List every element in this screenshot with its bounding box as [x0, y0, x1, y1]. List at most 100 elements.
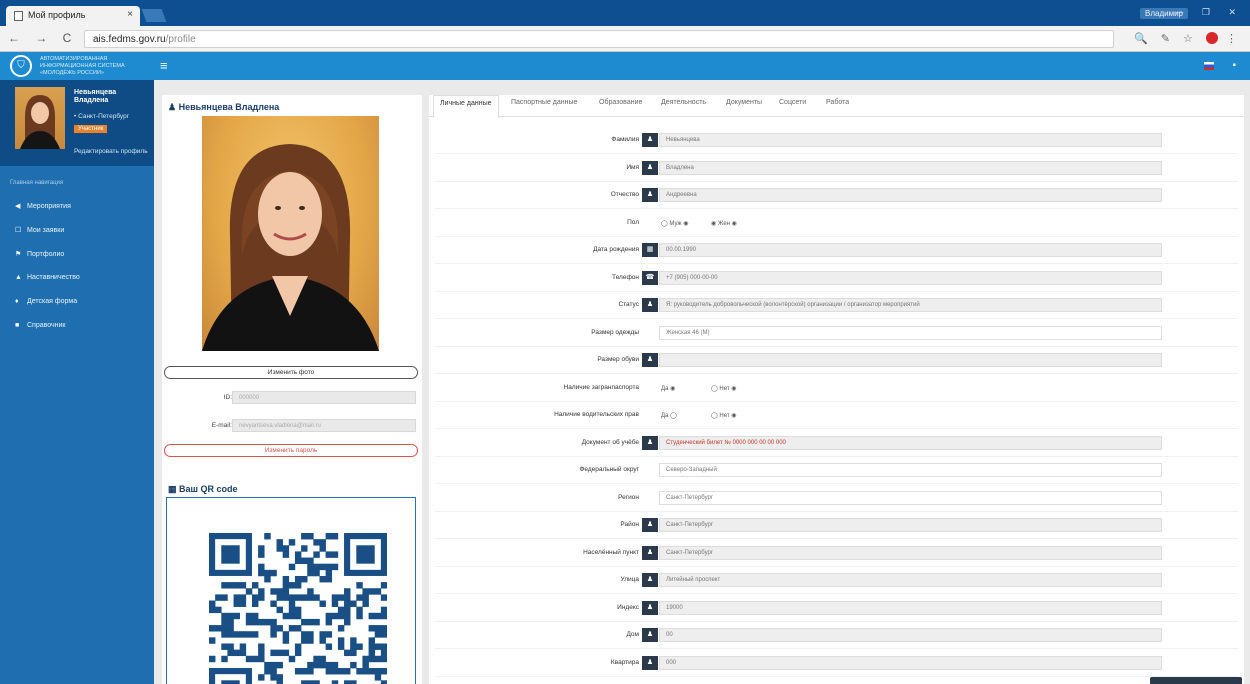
row-divider — [435, 401, 1238, 402]
field-input[interactable] — [659, 353, 1162, 367]
row-divider — [435, 318, 1238, 319]
field-label: Пол — [627, 219, 639, 226]
field-input[interactable]: Женская 46 (М) — [659, 326, 1162, 340]
edit-profile-link[interactable]: Редактировать профиль — [74, 148, 148, 155]
tab-documents[interactable]: Документы — [726, 99, 762, 106]
tab-title: Мой профиль — [28, 10, 86, 20]
row-divider — [435, 291, 1238, 292]
sidebar-item-applications[interactable]: ☐ Мои заявки — [0, 220, 154, 240]
field-input[interactable]: 00.00.1990 — [659, 243, 1162, 257]
field-label: Индекс — [617, 604, 639, 611]
menu-icon[interactable]: ⋮ — [1226, 33, 1242, 45]
tab-passport[interactable]: Паспортные данные — [511, 99, 577, 106]
new-tab-button[interactable] — [141, 9, 167, 22]
tab-close-icon[interactable]: × — [127, 9, 133, 20]
row-divider — [435, 593, 1238, 594]
logo-icon[interactable]: ⛉ — [10, 55, 32, 77]
radio-option[interactable]: Да ◉ — [661, 385, 675, 392]
field-icon: ♟ — [642, 188, 658, 202]
profile-form-panel: Личные данные Паспортные данные Образова… — [429, 95, 1244, 684]
app-header: ⛉ АВТОМАТИЗИРОВАННАЯ ИНФОРМАЦИОННАЯ СИСТ… — [0, 52, 1250, 80]
user-icon: ▲ — [15, 274, 22, 281]
row-divider — [435, 153, 1238, 154]
change-password-button[interactable]: Изменить пароль — [164, 444, 418, 457]
qr-code-image[interactable] — [209, 533, 387, 684]
tab-education[interactable]: Образование — [599, 99, 642, 106]
field-input[interactable]: Санкт-Петербург — [659, 491, 1162, 505]
field-label: Квартира — [610, 659, 639, 666]
role-badge: Участник — [74, 125, 108, 133]
radio-option[interactable]: ◯ Нет ◉ — [711, 385, 737, 392]
sidebar-user-box: Невьянцева Владлена • Санкт-Петербург Уч… — [0, 80, 154, 166]
save-button[interactable] — [1150, 677, 1242, 684]
sidebar-item-mentoring[interactable]: ▲ Наставничество — [0, 268, 154, 288]
field-input[interactable]: Санкт-Петербург — [659, 546, 1162, 560]
field-input[interactable]: +7 (905) 000-00-00 — [659, 271, 1162, 285]
field-input[interactable]: 00 — [659, 628, 1162, 642]
radio-option[interactable]: ◯ Нет ◉ — [711, 412, 737, 419]
field-label: Имя — [626, 164, 639, 171]
adblock-icon[interactable] — [1205, 32, 1218, 44]
book-icon: ■ — [15, 322, 20, 329]
field-input[interactable]: Северо-Западный — [659, 463, 1162, 477]
field-input[interactable]: Студенческий билет № 0000 000 00 00 000 — [659, 436, 1162, 450]
sidebar-item-label: Мероприятия — [27, 203, 71, 210]
field-input[interactable]: 000 — [659, 656, 1162, 670]
field-icon: ♟ — [642, 133, 658, 147]
tab-activity[interactable]: Деятельность — [661, 99, 706, 106]
avatar-portrait — [20, 95, 60, 149]
browser-tab[interactable]: Мой профиль × — [6, 6, 140, 26]
tab-social[interactable]: Соцсети — [779, 99, 806, 106]
field-input[interactable]: Литейный проспект — [659, 573, 1162, 587]
url-field[interactable]: ais.fedms.gov.ru/profile — [84, 30, 1114, 48]
field-icon: ♟ — [642, 656, 658, 670]
profile-photo — [202, 116, 379, 351]
sidebar: Невьянцева Владлена • Санкт-Петербург Уч… — [0, 80, 154, 684]
row-divider — [435, 428, 1238, 429]
radio-option[interactable]: Да ◯ — [661, 412, 677, 419]
change-photo-button[interactable]: Изменить фото — [164, 366, 418, 379]
row-divider — [435, 456, 1238, 457]
qr-card: ▦ Ваш QR code — [162, 475, 422, 684]
field-label: Размер одежды — [591, 329, 639, 336]
id-label: ID: — [223, 394, 232, 401]
radio-option[interactable]: ◯ Муж ◉ — [661, 220, 688, 227]
sidebar-item-label: Мои заявки — [27, 227, 65, 234]
field-icon: ☎ — [642, 271, 658, 285]
field-input[interactable]: Андреевна — [659, 188, 1162, 202]
sidebar-item-directory[interactable]: ■ Справочник — [0, 316, 154, 336]
field-input[interactable]: 19000 — [659, 601, 1162, 615]
sidebar-item-label: Портфолио — [27, 251, 65, 258]
field-icon: ♟ — [642, 298, 658, 312]
field-label: Отчество — [610, 191, 639, 198]
extension-icons[interactable]: 🔍 ✎ ☆ ⋮ — [1134, 32, 1242, 45]
field-icon: ♟ — [642, 353, 658, 367]
radio-option[interactable]: ◉ Жен ◉ — [711, 220, 737, 227]
sidebar-item-form[interactable]: ♦ Детская форма — [0, 292, 154, 312]
tab-personal[interactable]: Личные данные — [433, 95, 499, 118]
user-city: • Санкт-Петербург — [74, 113, 130, 120]
field-input[interactable]: Невьянцева — [659, 133, 1162, 147]
window-controls[interactable]: — ❐ ✕ — [1174, 7, 1244, 18]
qr-frame — [166, 497, 416, 684]
field-input[interactable]: Санкт-Петербург — [659, 518, 1162, 532]
row-divider — [435, 208, 1238, 209]
zoom-star-icons[interactable]: 🔍 ✎ ☆ — [1134, 33, 1198, 45]
header-user-icon[interactable]: ▪ — [1232, 60, 1236, 71]
avatar[interactable] — [15, 87, 65, 149]
sidebar-item-portfolio[interactable]: ⚑ Портфолио — [0, 244, 154, 264]
row-divider — [435, 621, 1238, 622]
field-icon: ♟ — [642, 161, 658, 175]
sidebar-item-events[interactable]: ◀ Мероприятия — [0, 196, 154, 216]
email-field: nevyantseva.vladlena@mail.ru — [232, 419, 416, 432]
field-icon: ▦ — [642, 243, 658, 257]
page-icon — [14, 11, 23, 21]
field-input[interactable]: Я: руководитель добровольческой (волонтё… — [659, 298, 1162, 312]
row-divider — [435, 483, 1238, 484]
sidebar-item-label: Детская форма — [27, 298, 78, 305]
hamburger-menu-icon[interactable]: ≡ — [160, 58, 168, 73]
tab-work[interactable]: Работа — [826, 99, 849, 106]
field-icon: ♟ — [642, 436, 658, 450]
language-flag-icon[interactable] — [1204, 62, 1214, 70]
field-input[interactable]: Владлена — [659, 161, 1162, 175]
